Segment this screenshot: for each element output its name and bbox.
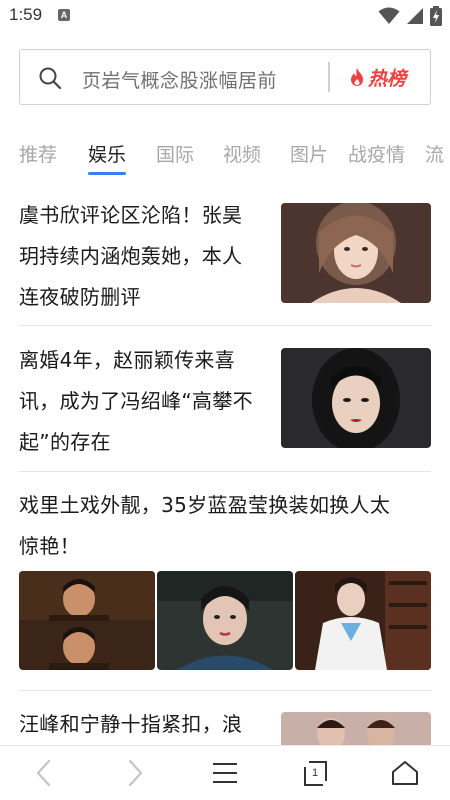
article-title-line: 连夜破防删评: [19, 285, 141, 309]
signal-icon: [407, 8, 423, 24]
wifi-icon: [378, 7, 400, 24]
back-icon: [36, 759, 51, 787]
article-4[interactable]: 汪峰和宁静十指紧扣，浪: [19, 704, 274, 745]
article-3[interactable]: 戏里土戏外靓，35岁蓝盈莹换装如换人太 惊艳！: [19, 485, 431, 567]
home-icon: [392, 761, 418, 785]
battery-charging-icon: [430, 6, 442, 26]
article-title-line: 戏里土戏外靓，35岁蓝盈莹换装如换人太: [19, 493, 391, 517]
flame-icon: [351, 68, 363, 86]
article-title-line: 玥持续内涵炮轰她，本人: [19, 244, 243, 268]
forward-icon: [128, 759, 143, 787]
search-divider: [328, 62, 330, 92]
tab-count: 1: [311, 767, 319, 779]
article-title-line: 讯，成为了冯绍峰“高攀不: [19, 389, 253, 413]
article-divider: [19, 471, 431, 472]
status-bar: 1:59 A: [0, 0, 450, 32]
status-time: 1:59: [9, 5, 43, 24]
article-1-thumbnail[interactable]: [281, 203, 431, 303]
hot-rank-label: 热榜: [368, 67, 407, 90]
article-3-image-1[interactable]: [19, 571, 155, 670]
article-title-line: 虞书欣评论区沦陷！张昊: [19, 203, 243, 227]
tab-more[interactable]: 流: [425, 140, 444, 167]
category-tabs: 推荐 娱乐 国际 视频 图片 战疫情 流: [0, 140, 450, 180]
article-title-line: 离婚4年，赵丽颖传来喜: [19, 348, 236, 372]
bottom-toolbar: 1: [0, 745, 450, 800]
menu-icon: [213, 763, 237, 783]
article-4-thumbnail[interactable]: [281, 712, 431, 745]
article-3-image-2[interactable]: [157, 571, 293, 670]
article-title-line: 惊艳！: [19, 534, 80, 558]
notification-a-icon: A: [58, 9, 70, 21]
article-title-line: 汪峰和宁静十指紧扣，浪: [19, 712, 243, 736]
tab-epidemic[interactable]: 战疫情: [348, 140, 405, 167]
tab-entertainment[interactable]: 娱乐: [88, 140, 126, 167]
status-icons: [378, 6, 442, 26]
article-3-image-3[interactable]: [295, 571, 431, 670]
article-divider: [19, 325, 431, 326]
back-button[interactable]: [29, 758, 59, 788]
search-bar[interactable]: 页岩气概念股涨幅居前 热榜: [19, 49, 431, 105]
home-button[interactable]: [390, 758, 420, 788]
article-2[interactable]: 离婚4年，赵丽颖传来喜 讯，成为了冯绍峰“高攀不 起”的存在: [19, 340, 274, 463]
article-1[interactable]: 虞书欣评论区沦陷！张昊 玥持续内涵炮轰她，本人 连夜破防删评: [19, 195, 269, 318]
search-icon: [39, 67, 62, 90]
tabs-button[interactable]: 1: [300, 758, 330, 788]
article-2-thumbnail[interactable]: [281, 348, 431, 448]
hot-rank-button[interactable]: 热榜: [348, 64, 406, 90]
article-title-line: 起”的存在: [19, 430, 111, 454]
active-tab-indicator: [88, 172, 126, 175]
tab-international[interactable]: 国际: [156, 140, 194, 167]
tab-pictures[interactable]: 图片: [290, 140, 328, 167]
tab-video[interactable]: 视频: [223, 140, 261, 167]
search-placeholder: 页岩气概念股涨幅居前: [82, 70, 278, 92]
menu-button[interactable]: [210, 758, 240, 788]
article-divider: [19, 690, 431, 691]
tab-recommend[interactable]: 推荐: [19, 140, 57, 167]
forward-button[interactable]: [120, 758, 150, 788]
